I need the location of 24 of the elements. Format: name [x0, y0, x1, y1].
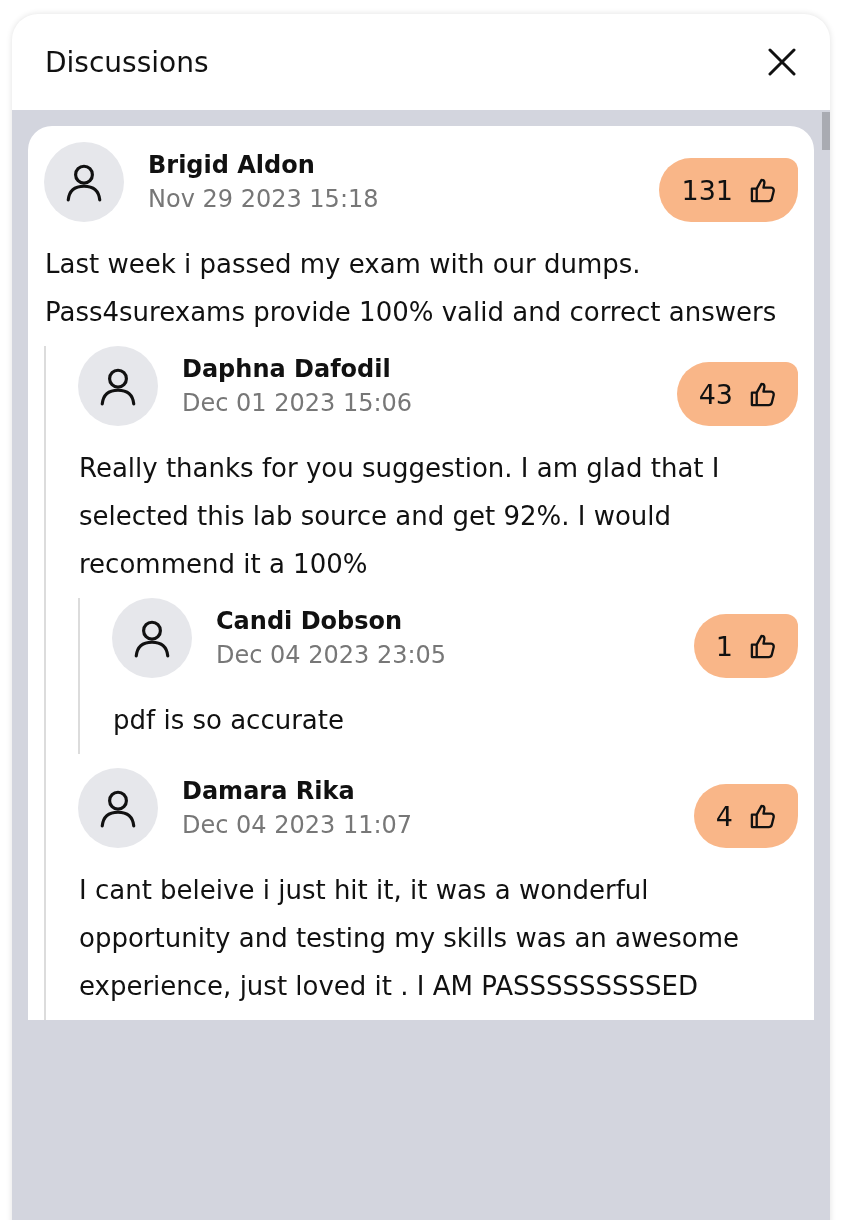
author-name: Damara Rika — [182, 777, 356, 805]
close-icon — [768, 48, 796, 76]
thumbs-up-icon — [749, 802, 776, 830]
author-name: Brigid Aldon — [148, 151, 316, 179]
author-name: Daphna Dafodil — [182, 355, 392, 383]
comment-date: Nov 29 2023 15:18 — [148, 185, 380, 213]
window-title: Discussions — [45, 45, 209, 79]
scrollbar[interactable] — [822, 112, 830, 150]
comment-text: pdf is so accurate — [113, 704, 345, 737]
author-name: Candi Dobson — [216, 607, 404, 635]
like-button[interactable]: 1 — [693, 614, 798, 678]
comment-date: Dec 04 2023 23:05 — [216, 641, 448, 669]
comment-date: Dec 01 2023 15:06 — [182, 389, 414, 417]
thumbs-up-icon — [749, 632, 776, 660]
like-button[interactable]: 43 — [676, 362, 798, 426]
comment-text: Last week i passed my exam with our dumps. Pass4surexams provide 100% valid and correct answers — [45, 248, 778, 329]
close-button[interactable] — [768, 48, 796, 76]
comment-date: Dec 04 2023 11:07 — [182, 811, 414, 839]
thumbs-up-icon — [749, 176, 776, 204]
thumbs-up-icon — [749, 380, 776, 408]
comment-text: I cant beleive i just hit it, it was a wonderful opportunity and testing my skills was an awesome experience, just loved it . I AM PASSSSSSSSSED — [79, 874, 741, 1003]
like-button[interactable]: 131 — [659, 158, 798, 222]
like-button[interactable]: 4 — [693, 784, 798, 848]
comment-text: Really thanks for you suggestion. I am glad that I selected this lab source and get 92%. I would recommend it a 100% — [79, 452, 721, 581]
